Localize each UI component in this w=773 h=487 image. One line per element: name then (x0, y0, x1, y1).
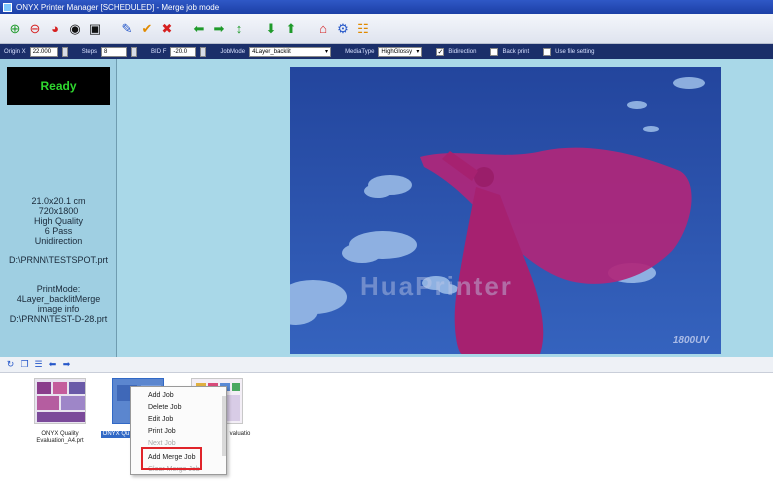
origin-x-label: Origin X (4, 48, 26, 55)
job-size: 21.0x20.1 cm (31, 196, 86, 206)
bid-input[interactable]: -20.0 (170, 46, 197, 57)
app-icon (3, 2, 12, 12)
steps-input[interactable]: 8 (101, 46, 128, 57)
steps-spinner[interactable] (131, 46, 138, 57)
jobmode-value: 4Layer_backlit (252, 48, 291, 55)
backprint-checkbox[interactable] (490, 47, 499, 56)
watermark-logo: HuaPrinter (360, 271, 513, 301)
options-bar: Origin X 22.000 Steps 8 BID F -20.0 JobM… (0, 44, 773, 59)
preview-image (290, 67, 721, 354)
usefile-checkbox[interactable] (543, 47, 552, 56)
calibration-icon[interactable]: ☷ (354, 20, 372, 38)
job-pass: 6 Pass (44, 226, 73, 236)
menu-item-delete-job[interactable]: Delete Job (148, 404, 181, 411)
bidirection-label: Bidirection (448, 48, 477, 55)
chevron-down-icon: ▾ (416, 49, 420, 55)
job-label-line2: Evaluation_A4.prt (36, 438, 84, 444)
stop-icon[interactable]: ▣ (86, 20, 104, 38)
print-mode-value: 4Layer_backlitMerge (16, 294, 101, 304)
delete-job-icon[interactable]: ⊖ (26, 20, 44, 38)
list-icon[interactable]: ☰ (33, 359, 44, 370)
window-title: ONYX Printer Manager [SCHEDULED] - Merge… (16, 2, 220, 12)
arrow-right-icon[interactable]: ➡ (61, 359, 72, 370)
copy-icon[interactable]: ❐ (19, 359, 30, 370)
image-info-label: image info (37, 304, 80, 314)
mediatype-select[interactable]: HighGlossy ▾ (378, 46, 423, 57)
add-job-icon[interactable]: ⊕ (6, 20, 24, 38)
menu-item-edit-job[interactable]: Edit Job (148, 416, 173, 423)
job-label[interactable]: ONYX Quality Evaluation_A4.prt (28, 431, 92, 445)
move-left-icon[interactable]: ⬅ (190, 20, 208, 38)
status-text: Ready (40, 79, 77, 93)
settings-icon[interactable]: ⚙ (334, 20, 352, 38)
print-preview: 1800UV (290, 67, 721, 354)
main-panel: Ready 21.0x20.1 cm 720x1800 High Quality… (0, 59, 773, 357)
job-label-selected[interactable]: ONYX Qu (101, 431, 131, 438)
origin-x-spinner[interactable] (61, 46, 68, 57)
mediatype-value: HighGlossy (381, 48, 413, 55)
mediatype-label: MediaType (345, 48, 375, 55)
print-mode-label: PrintMode: (36, 284, 81, 294)
job-label-line1: ONYX Quality (41, 431, 79, 437)
menu-item-add-job[interactable]: Add Job (148, 392, 174, 399)
alert-icon[interactable]: ✖ (158, 20, 176, 38)
chevron-down-icon: ▾ (325, 49, 329, 55)
job-list-toolbar: ↻ ❐ ☰ ⬅ ➡ (0, 357, 773, 373)
image-path: D:\PRNN\TEST-D-28.prt (9, 314, 108, 324)
job-resolution: 720x1800 (38, 206, 79, 216)
edit-job-icon[interactable]: ◕ (46, 20, 64, 38)
bid-label: BID F (151, 48, 167, 55)
job-quality: High Quality (33, 216, 84, 226)
move-right-icon[interactable]: ➡ (210, 20, 228, 38)
context-menu-scrollbar[interactable] (222, 396, 226, 456)
clean-icon[interactable]: ✎ (118, 20, 136, 38)
job-thumbnail[interactable] (34, 378, 86, 424)
job-info-panel: Ready 21.0x20.1 cm 720x1800 High Quality… (0, 59, 117, 357)
title-bar: ONYX Printer Manager [SCHEDULED] - Merge… (0, 0, 773, 14)
backprint-label: Back print (502, 48, 530, 55)
job-list: ONYX Quality Evaluation_A4.prt ONYX Qu v… (0, 373, 773, 487)
move-up-icon[interactable]: ⬆ (282, 20, 300, 38)
preview-model-label: 1800UV (672, 335, 709, 346)
home-icon[interactable]: ⌂ (314, 20, 332, 38)
jobmode-label: JobMode (220, 48, 246, 55)
refresh-icon[interactable]: ↻ (5, 359, 16, 370)
thumbnail-image (35, 379, 85, 423)
move-head-icon[interactable]: ↕ (230, 20, 248, 38)
usefile-label: Use file setting (555, 48, 595, 55)
job-path: D:\PRNN\TESTSPOT.prt (8, 255, 108, 265)
steps-label: Steps (81, 48, 98, 55)
bid-spinner[interactable] (200, 46, 207, 57)
menu-item-print-job[interactable]: Print Job (148, 428, 176, 435)
menu-item-next-job[interactable]: Next Job (148, 440, 176, 447)
check-icon[interactable]: ✔ (138, 20, 156, 38)
move-down-icon[interactable]: ⬇ (262, 20, 280, 38)
print-icon[interactable]: ◉ (66, 20, 84, 38)
arrow-left-icon[interactable]: ⬅ (47, 359, 58, 370)
status-display: Ready (7, 67, 110, 105)
main-toolbar: ⊕ ⊖ ◕ ◉ ▣ ✎ ✔ ✖ ⬅ ➡ ↕ ⬇ ⬆ ⌂ ⚙ ☷ (0, 14, 773, 44)
jobmode-select[interactable]: 4Layer_backlit ▾ (249, 46, 332, 57)
origin-x-input[interactable]: 22.000 (29, 46, 58, 57)
job-label[interactable]: valuatio (224, 431, 256, 438)
highlight-box (141, 447, 202, 470)
bidirection-checkbox[interactable]: ✓ (436, 47, 445, 56)
printer-manager-window: ONYX Printer Manager [SCHEDULED] - Merge… (0, 0, 773, 487)
job-direction: Unidirection (34, 236, 83, 246)
